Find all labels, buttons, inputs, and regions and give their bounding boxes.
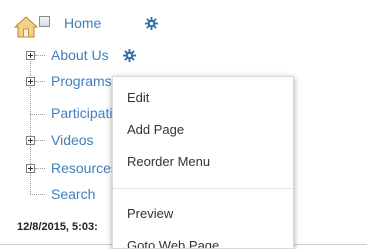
last-modified-timestamp: 12/8/2015, 5:03: [17,221,98,233]
context-menu: Edit Add Page Reorder Menu Preview Goto … [112,76,294,249]
tree-connector [35,168,45,169]
tree-connector [30,194,45,195]
menu-item-add-page[interactable]: Add Page [113,117,293,143]
plus-expander-icon[interactable] [26,136,35,145]
tree-connector [30,114,45,115]
plus-expander-icon[interactable] [26,77,35,86]
tree-connector [35,81,45,82]
tree-connector [35,55,45,56]
tree-item-participation[interactable]: Participati [51,105,112,125]
page-tree: Home About Us Programs Participati Video… [0,0,367,249]
menu-item-edit[interactable]: Edit [113,85,293,111]
gear-icon[interactable] [145,17,158,30]
tree-item-search[interactable]: Search [51,186,95,206]
tree-item-programs[interactable]: Programs [51,73,112,93]
menu-divider [113,188,293,189]
root-checkbox[interactable] [39,16,50,27]
tree-root-home[interactable]: Home [64,15,101,31]
menu-item-preview[interactable]: Preview [113,201,293,227]
tree-item-videos[interactable]: Videos [51,132,94,152]
tree-connector [35,140,45,141]
tree-item-resources[interactable]: Resources [51,160,118,180]
tree-item-about-us[interactable]: About Us [51,47,109,67]
gear-icon[interactable] [123,49,136,62]
plus-expander-icon[interactable] [26,164,35,173]
plus-expander-icon[interactable] [26,51,35,60]
home-icon[interactable] [14,15,38,39]
menu-item-reorder-menu[interactable]: Reorder Menu [113,149,293,175]
